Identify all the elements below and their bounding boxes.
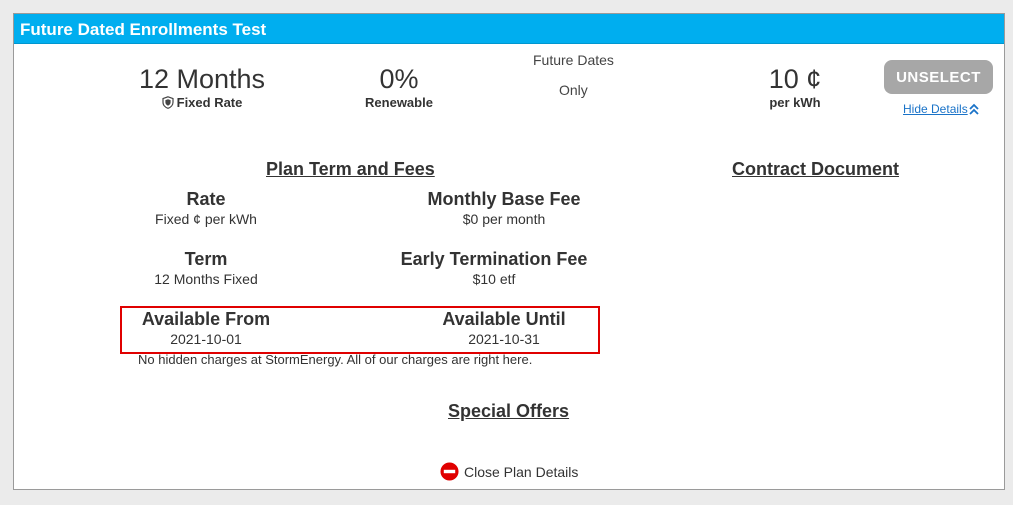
rate-value: Fixed ¢ per kWh (155, 211, 257, 227)
early-termination-fee-value: $10 etf (472, 271, 516, 287)
no-hidden-charges-note: No hidden charges at StormEnergy. All of… (138, 352, 533, 367)
monthly-base-fee-label: Monthly Base Fee (427, 189, 581, 209)
unselect-button[interactable]: UNSELECT (884, 60, 993, 94)
term-label: Term (184, 249, 228, 269)
monthly-base-fee-value: $0 per month (462, 211, 546, 227)
contract-document-link[interactable]: Contract Document (732, 159, 899, 180)
hide-details-link[interactable]: Hide Details (903, 102, 979, 116)
shield-icon (162, 96, 174, 109)
term-summary-value: 12 Months (138, 64, 266, 94)
renewable-summary-label: Renewable (365, 95, 433, 110)
special-offers-title: Special Offers (448, 401, 570, 421)
renewable-summary-value: 0% (379, 64, 419, 94)
minus-circle-icon (440, 462, 459, 481)
future-dates-label: Future Dates (533, 52, 614, 68)
availability-highlight-box (120, 306, 600, 354)
rate-label: Rate (186, 189, 226, 209)
hide-details-label: Hide Details (903, 102, 968, 116)
plan-card: Future Dated Enrollments Test 12 Months … (13, 13, 1005, 490)
double-chevron-up-icon (969, 103, 979, 115)
early-termination-fee-label: Early Termination Fee (400, 249, 588, 269)
term-summary-label-text: Fixed Rate (176, 95, 243, 110)
future-dates-only-label: Only (559, 82, 588, 98)
close-plan-details-label: Close Plan Details (464, 463, 579, 480)
plan-title: Future Dated Enrollments Test (20, 20, 267, 39)
term-value: 12 Months Fixed (154, 271, 258, 287)
plan-term-fees-title: Plan Term and Fees (266, 159, 435, 179)
price-summary-value: 10 ¢ (768, 64, 822, 94)
term-summary-label: Fixed Rate (137, 95, 267, 110)
close-plan-details-button[interactable]: Close Plan Details (440, 462, 578, 481)
plan-card-header: Future Dated Enrollments Test (14, 14, 1004, 44)
price-summary-label: per kWh (769, 95, 821, 110)
